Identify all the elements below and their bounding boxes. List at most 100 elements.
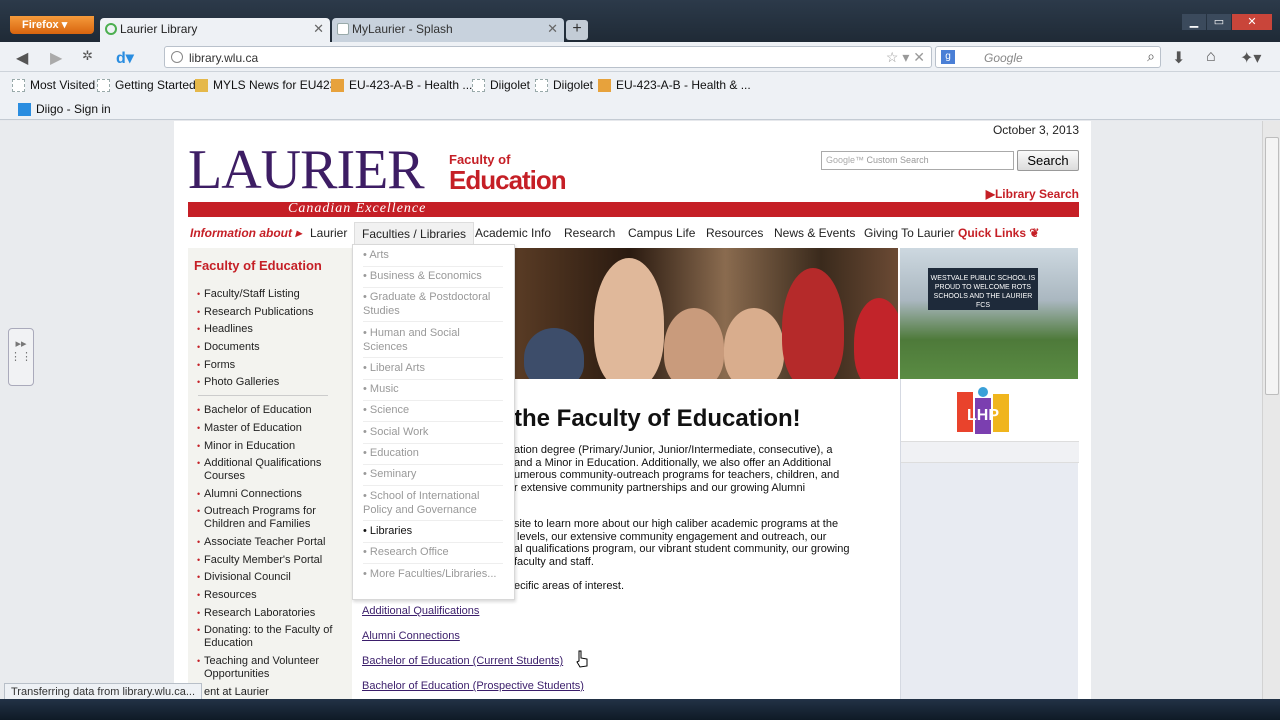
custom-search-input[interactable]: Google™ Custom Search [821,151,1014,170]
window-controls: ▁ ▭ ✕ [1181,14,1272,32]
sidebar-item[interactable]: Forms [197,359,350,372]
bookmark-diigolet-2[interactable]: Diigolet [535,78,593,92]
nav-quick-links[interactable]: Quick Links ❦ [958,226,1039,240]
dropdown-item[interactable]: • Research Office [363,546,503,564]
sidebar-item[interactable]: Donating: to the Faculty of Education [197,624,350,650]
dropdown-item-libraries[interactable]: • Libraries [363,525,503,543]
tab-laurier-library[interactable]: Laurier Library ✕ [100,18,330,42]
magnifier-icon[interactable]: ⌕ [1147,48,1155,65]
address-bar[interactable]: library.wlu.ca ☆ ▾ ✕ [164,46,932,68]
laurier-logo[interactable]: LAURIER [188,142,425,198]
dropdown-item[interactable]: • More Faculties/Libraries... [363,568,503,585]
sidebar-item[interactable]: ent at Laurier [197,686,350,699]
dropdown-item[interactable]: • Music [363,383,503,401]
dropdown-item[interactable]: • Seminary [363,468,503,486]
status-bar: Transferring data from library.wlu.ca... [4,683,203,700]
bookmark-myls-news[interactable]: MYLS News for EU423 [195,78,336,92]
sidebar-item[interactable]: Alumni Connections [197,488,350,501]
sidebar-item[interactable]: Teaching and Volunteer Opportunities [197,655,350,681]
intro-line: umerous community-outreach programs for … [514,469,840,481]
dropdown-item[interactable]: • Human and Social Sciences [363,327,503,358]
sidebar-item[interactable]: Minor in Education [197,440,350,453]
maximize-icon[interactable]: ▭ [1207,14,1231,30]
dropdown-item[interactable]: • Science [363,404,503,422]
scrollbar-thumb[interactable] [1265,137,1279,395]
dropdown-item[interactable]: • Social Work [363,426,503,444]
minimize-icon[interactable]: ▁ [1182,14,1206,30]
home-icon[interactable]: ⌂ [1206,48,1216,66]
faculty-title: Education [449,165,567,195]
rss-icon [598,79,611,92]
bookmark-eu423-health-1[interactable]: EU-423-A-B - Health ... [331,78,472,92]
stop-icon[interactable]: ☆ ▾ ✕ [886,49,925,66]
page-body: October 3, 2013 LAURIER Faculty of Educa… [174,121,1091,699]
nav-news-events[interactable]: News & Events [774,226,855,240]
bookmark-label: EU-423-A-B - Health & ... [616,78,751,92]
bookmark-diigolet-1[interactable]: Diigolet [472,78,530,92]
dropdown-item[interactable]: • Arts [363,249,503,267]
page-scrollbar[interactable] [1262,121,1280,699]
new-tab-button[interactable]: + [566,20,588,40]
diigo-icon[interactable]: d▾ [116,48,134,68]
hand-cursor-icon [576,650,588,668]
dropdown-item[interactable]: • Graduate & Postdoctoral Studies [363,291,503,322]
sidebar-item[interactable]: Faculty Member's Portal [197,554,350,567]
nav-faculties-libraries[interactable]: Faculties / Libraries [354,222,475,244]
sidebar-item[interactable]: Documents [197,341,350,354]
dropdown-item[interactable]: • Liberal Arts [363,362,503,380]
search-input[interactable]: g Google ⌕ [935,46,1161,68]
sidebar-item[interactable]: Additional Qualifications Courses [197,457,350,483]
students-banner-image [514,248,898,379]
sidebar-item[interactable]: Bachelor of Education [197,404,350,417]
bookmark-eu423-health-2[interactable]: EU-423-A-B - Health & ... [598,78,751,92]
sidebar-item[interactable]: Resources [197,589,350,602]
page-icon [472,79,485,92]
library-search-link[interactable]: ▶Library Search [986,187,1079,201]
nav-laurier[interactable]: Laurier [310,226,347,240]
back-icon[interactable]: ◀ [16,48,28,68]
close-window-icon[interactable]: ✕ [1232,14,1272,30]
sidebar-item[interactable]: Faculty/Staff Listing [197,288,350,301]
download-icon[interactable]: ⬇ [1172,48,1185,68]
lhp-badge-icon[interactable]: LHP [953,384,1013,440]
dropdown-item[interactable]: • Business & Economics [363,270,503,288]
nav-academic-info[interactable]: Academic Info [475,226,551,240]
nav-resources[interactable]: Resources [706,226,763,240]
link-bed-current[interactable]: Bachelor of Education (Current Students) [362,655,563,667]
side-tool-handle[interactable]: ▸▸ ⋮⋮ [8,328,34,386]
bookmark-label: EU-423-A-B - Health ... [349,78,473,92]
sidebar-item[interactable]: Photo Galleries [197,376,350,389]
firefox-menu-label: Firefox [22,19,59,31]
bookmark-most-visited[interactable]: Most Visited [12,78,95,92]
close-tab-icon[interactable]: ✕ [313,21,324,37]
bookmark-label: Diigolet [553,78,594,92]
search-button[interactable]: Search [1017,150,1079,171]
nav-research[interactable]: Research [564,226,615,240]
dropdown-item[interactable]: • Education [363,447,503,465]
sidebar-item[interactable]: Research Laboratories [197,607,350,620]
sidebar-item[interactable]: Outreach Programs for Children and Famil… [197,505,350,531]
info-about-label: Information about ▸ [190,226,302,240]
sidebar-item[interactable]: Associate Teacher Portal [197,536,350,549]
tab-mylaurier-splash[interactable]: MyLaurier - Splash ✕ [332,18,564,42]
sidebar-item[interactable]: Research Publications [197,306,350,319]
intro-line: ation degree (Primary/Junior, Junior/Int… [514,444,833,456]
bookmark-tool-icon[interactable]: ✲ [82,48,93,64]
link-alumni-connections[interactable]: Alumni Connections [362,630,460,642]
firefox-menu-button[interactable]: Firefox ▾ [10,16,94,34]
addon-icon[interactable]: ✦▾ [1240,48,1261,68]
link-additional-qualifications[interactable]: Additional Qualifications [362,605,479,617]
dropdown-item[interactable]: • School of International Policy and Gov… [363,490,503,521]
forward-icon[interactable]: ▶ [50,48,62,68]
sidebar-item[interactable]: Headlines [197,323,350,336]
sidebar-item[interactable]: Master of Education [197,422,350,435]
bookmark-getting-started[interactable]: Getting Started [97,78,196,92]
nav-giving[interactable]: Giving To Laurier [864,226,955,240]
sidebar-item[interactable]: Divisional Council [197,571,350,584]
rss-icon [331,79,344,92]
close-tab-icon[interactable]: ✕ [547,21,558,37]
link-bed-prospective[interactable]: Bachelor of Education (Prospective Stude… [362,680,584,692]
bookmark-label: Diigo - Sign in [36,102,111,116]
nav-campus-life[interactable]: Campus Life [628,226,695,240]
bookmark-diigo-sign-in[interactable]: Diigo - Sign in [18,102,111,116]
